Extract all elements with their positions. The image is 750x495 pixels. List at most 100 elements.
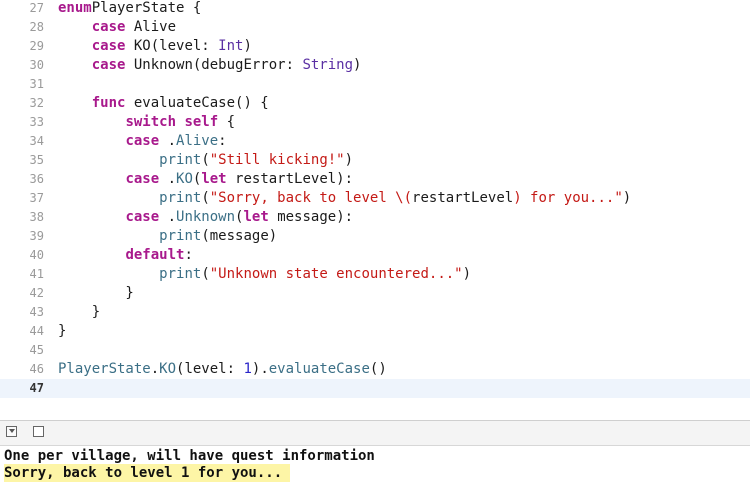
code-line[interactable]: 32 func evaluateCase() { [0,94,750,113]
code-token: restartLevel [412,190,514,206]
code-token: } [58,285,134,301]
code-token: 1 [243,361,252,377]
code-text: case Unknown(debugError: String) [58,56,362,75]
code-line[interactable]: 41 print("Unknown state encountered...") [0,265,750,284]
code-text: print("Sorry, back to level \(restartLev… [58,189,631,208]
code-token: enum [58,0,92,16]
code-token: ) [353,57,362,73]
code-token: case [91,57,126,73]
line-number: 42 [29,286,44,300]
code-token: ). [251,361,269,377]
code-text: func evaluateCase() { [58,94,269,113]
code-line[interactable]: 27 enumPlayerState { [0,0,750,18]
code-token: switch self [125,114,219,130]
code-token: print [159,190,202,206]
code-line[interactable]: 43 } [0,303,750,322]
code-token: func [91,95,126,111]
code-token: KO [176,171,193,187]
code-token: ( [201,152,210,168]
code-line[interactable]: 36 case .KO(let restartLevel): [0,170,750,189]
code-line[interactable]: 38 case .Unknown(let message): [0,208,750,227]
code-text: print("Still kicking!") [58,151,353,170]
line-number: 28 [29,20,44,34]
code-token: String [302,57,354,73]
code-token: let [201,171,227,187]
code-line[interactable]: 46 PlayerState.KO(level: 1).evaluateCase(… [0,360,750,379]
code-line[interactable]: 45 [0,341,750,360]
line-number: 32 [29,96,44,110]
code-line[interactable]: 37 print("Sorry, back to level \(restart… [0,189,750,208]
code-token: print [159,152,202,168]
line-number: 39 [29,229,44,243]
line-number: 36 [29,172,44,186]
code-editor[interactable]: 27 enumPlayerState {28 case Alive 29 case … [0,0,750,404]
code-token: KO [159,361,177,377]
code-token: Unknown [176,209,236,225]
code-text: PlayerState.KO(level: 1).evaluateCase() [58,360,387,379]
code-token: case [125,171,160,187]
code-token: Alive [125,19,177,35]
code-token: ) [344,152,354,168]
code-text: enumPlayerState { [58,0,201,18]
code-token: evaluateCase() { [125,95,269,111]
code-token: } [58,304,101,320]
code-line[interactable]: 42 } [0,284,750,303]
code-line[interactable]: 28 case Alive [0,18,750,37]
code-token: . [159,171,177,187]
code-text: print("Unknown state encountered...") [58,265,471,284]
line-number: 31 [29,77,44,91]
code-text: print(message) [58,227,277,246]
line-number: 47 [29,381,44,395]
code-line[interactable]: 40 default: [0,246,750,265]
code-token: "Unknown state encountered..." [209,266,463,282]
console-line: Sorry, back to level 1 for you... [4,464,291,482]
code-line[interactable]: 33 switch self { [0,113,750,132]
code-line[interactable]: 44} [0,322,750,341]
code-token: PlayerState { [91,0,202,16]
code-token: "Sorry, back to level \( [209,190,413,206]
hide-debug-area-icon[interactable] [6,426,17,437]
code-line[interactable]: 30 case Unknown(debugError: String) [0,56,750,75]
code-token: Unknown(debugError: [125,57,303,73]
code-token: (message) [201,228,278,244]
code-token: { [218,114,236,130]
code-line[interactable]: 39 print(message) [0,227,750,246]
console-line: One per village, will have quest informa… [4,448,375,464]
line-number: 43 [29,305,44,319]
code-line[interactable]: 34 case .Alive: [0,132,750,151]
code-token: ) [243,38,252,54]
code-token: ) for you..." [513,190,623,206]
line-number: 38 [29,210,44,224]
code-line[interactable]: 29 case KO(level: Int) [0,37,750,56]
code-token: } [58,323,67,339]
split-view-icon[interactable] [33,426,44,437]
code-text: default: [58,246,192,265]
code-line[interactable]: 47 [0,379,750,398]
code-line[interactable]: 35 print("Still kicking!") [0,151,750,170]
line-number: 45 [29,343,44,357]
code-text: switch self { [58,113,235,132]
code-token: case [91,19,126,35]
code-text: } [58,322,66,341]
code-line[interactable]: 31 [0,75,750,94]
code-token: ( [201,190,210,206]
code-token: print [159,266,202,282]
code-token: case [91,38,126,54]
code-token: ) [622,190,632,206]
code-token: let [243,209,269,225]
code-text: case .KO(let restartLevel): [58,170,353,189]
code-token: restartLevel): [226,171,354,187]
code-token: print [159,228,202,244]
line-number: 41 [29,267,44,281]
code-token: . [159,209,177,225]
console-output[interactable]: One per village, will have quest informa… [0,446,750,495]
line-number: 44 [29,324,44,338]
